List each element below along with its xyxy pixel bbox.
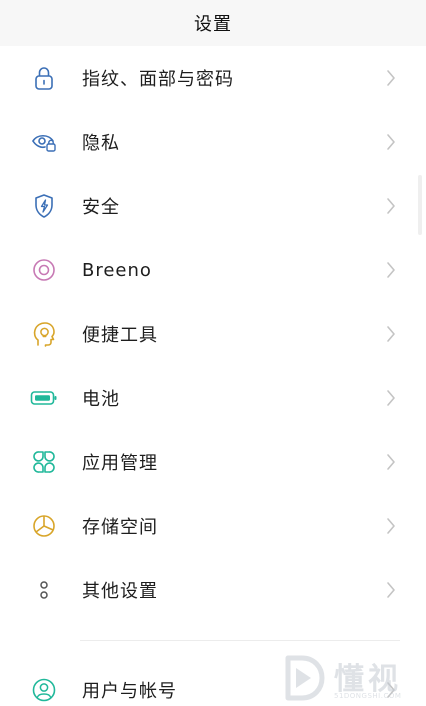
header-bar: 设置 (0, 0, 426, 46)
chevron-right-icon (384, 388, 398, 408)
chevron-right-icon (384, 516, 398, 536)
user-icon (30, 676, 58, 704)
watermark-url: 51DONGSHI.COM (334, 692, 402, 700)
chevron-right-icon (384, 196, 398, 216)
breeno-circle-icon (30, 256, 58, 284)
settings-item-label: 应用管理 (82, 453, 158, 474)
settings-item-label: 存储空间 (82, 517, 158, 538)
settings-item-label: 用户与帐号 (82, 681, 177, 702)
chevron-right-icon (384, 132, 398, 152)
settings-screen: 设置 指纹、面部与密码 隐私 安全 Breeno 便捷工具 电池 应用管理 存储… (0, 0, 426, 706)
privacy-eye-icon (30, 128, 58, 156)
settings-item-label: 安全 (82, 197, 120, 218)
watermark-logo-icon (284, 654, 328, 706)
settings-item-app-management[interactable]: 应用管理 (0, 430, 426, 494)
settings-item-privacy[interactable]: 隐私 (0, 110, 426, 174)
watermark: 懂视 51DONGSHI.COM (284, 652, 424, 706)
settings-item-breeno[interactable]: Breeno (0, 238, 426, 302)
chevron-right-icon (384, 260, 398, 280)
scrollbar[interactable] (418, 175, 422, 235)
dots-vertical-icon (30, 576, 58, 604)
settings-item-label: 隐私 (82, 133, 120, 154)
settings-item-convenience-tools[interactable]: 便捷工具 (0, 302, 426, 366)
settings-item-other-settings[interactable]: 其他设置 (0, 558, 426, 622)
page-title: 设置 (194, 14, 232, 35)
app-grid-icon (30, 448, 58, 476)
settings-item-label: 指纹、面部与密码 (82, 69, 234, 90)
shield-bolt-icon (30, 192, 58, 220)
battery-icon (30, 384, 58, 412)
chevron-right-icon (384, 580, 398, 600)
pie-storage-icon (30, 512, 58, 540)
section-divider (80, 640, 400, 641)
settings-item-label: 便捷工具 (82, 325, 158, 346)
lock-icon (30, 64, 58, 92)
chevron-right-icon (384, 324, 398, 344)
settings-item-battery[interactable]: 电池 (0, 366, 426, 430)
settings-item-label: 其他设置 (82, 581, 158, 602)
settings-item-security[interactable]: 安全 (0, 174, 426, 238)
settings-item-fingerprint-face-password[interactable]: 指纹、面部与密码 (0, 46, 426, 110)
settings-item-label: Breeno (82, 259, 152, 281)
settings-item-label: 电池 (82, 389, 120, 410)
chevron-right-icon (384, 452, 398, 472)
head-bulb-icon (30, 320, 58, 348)
settings-item-storage[interactable]: 存储空间 (0, 494, 426, 558)
chevron-right-icon (384, 68, 398, 88)
